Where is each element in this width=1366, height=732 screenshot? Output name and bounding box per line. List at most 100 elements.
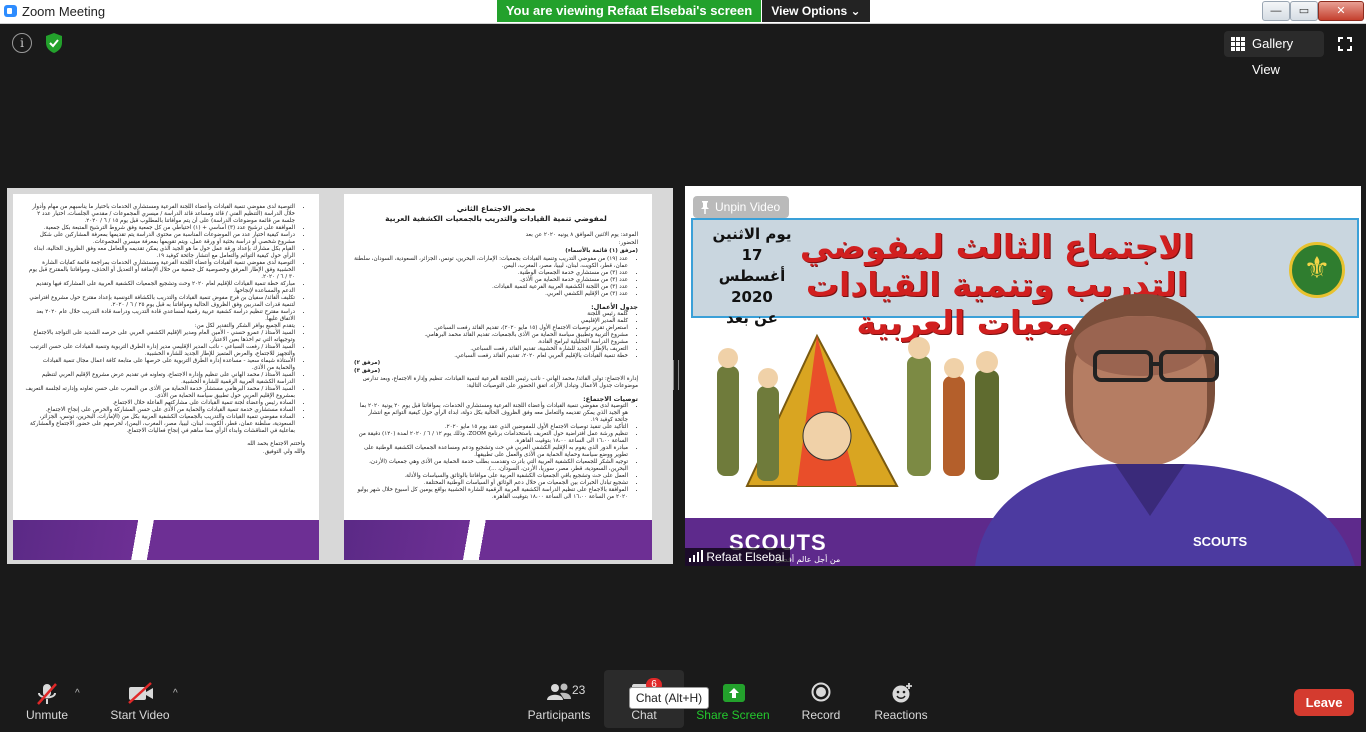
unmute-button[interactable]: Unmute	[18, 670, 76, 732]
meeting-management-note: إدارة الاجتماع: تولى القائد/ محمد الهاني…	[362, 376, 638, 389]
page-footer-band	[344, 520, 652, 560]
record-button[interactable]: Record	[796, 670, 846, 732]
reactions-smiley-icon	[892, 683, 912, 703]
signal-bars-icon	[689, 550, 703, 562]
meeting-info-icon[interactable]: i	[12, 33, 32, 53]
attendance-item: عدد (٣) من اللجنة الكشفية العربية الفرعي…	[354, 284, 628, 291]
encryption-shield-icon[interactable]	[44, 32, 64, 54]
participant-video-feed	[975, 294, 1355, 566]
attachment-1-note: (مرفق (١) قائمة بالأسماء)	[565, 248, 638, 254]
zoom-app-icon	[4, 5, 17, 17]
document-list-item: دراسة مقترح تنظيم دراسة كشفية عربية رقمي…	[23, 309, 295, 323]
participants-label: Participants	[527, 708, 591, 722]
start-video-button[interactable]: Start Video	[104, 670, 176, 732]
agenda-item: كلمة المدير الإقليمي	[354, 318, 628, 325]
page-footer-band	[13, 520, 319, 560]
fullscreen-icon[interactable]	[1338, 37, 1352, 51]
document-list-item: السيد الأستاذ / محمد البرهامي مستشار خدم…	[23, 386, 295, 400]
window-title: Zoom Meeting	[22, 4, 106, 19]
chat-label: Chat	[631, 708, 657, 722]
unpin-video-label: Unpin Video	[715, 200, 781, 214]
agenda-title: جدول الأعمال:	[591, 303, 638, 311]
participant-name-tag: Refaat Elsebai	[685, 548, 791, 566]
document-list-item: السادة مستشاري خدمة تنمية القيادات والحم…	[23, 407, 295, 414]
view-options-label: View Options	[771, 4, 848, 18]
page-2-text: التوصية لدى مفوضي تنمية القيادات وأعضاء …	[13, 194, 319, 456]
participants-icon	[547, 683, 571, 700]
closing-line-2: والله ولي التوفيق.	[262, 449, 305, 455]
unpin-video-button[interactable]: Unpin Video	[693, 196, 789, 218]
page-1-text: محضر الاجتماع الثاني لمفوضي تنمية القياد…	[344, 194, 652, 501]
close-window-button[interactable]: ✕	[1318, 1, 1364, 21]
leave-meeting-button[interactable]: Leave	[1294, 689, 1354, 716]
audio-options-caret-icon[interactable]: ^	[75, 688, 80, 699]
attachment-2-note: (مرفق ٢)	[354, 360, 381, 366]
attendance-item: عدد (٣) من مستشاري خدمة الحماية من الأذى…	[354, 277, 628, 284]
recommendation-item: تنظيم ورشة عمل افتراضية حول التعريف باست…	[354, 431, 628, 445]
chevron-down-icon: ⌄	[850, 4, 861, 18]
share-screen-arrow-icon	[723, 684, 745, 702]
recommendation-item: مبادرة الدور الذي يقوم به الإقليم الكشفي…	[354, 445, 628, 459]
recommendation-item: تشجيع تبادل الخبرات بين الجمعيات من خلال…	[354, 480, 628, 487]
agenda-item: التعريف بالإطار الجديد للشارة الخشبية، ت…	[354, 346, 628, 353]
document-list-item: يتقدم الجميع بوافر الشكر والتقدير لكل من…	[23, 323, 295, 330]
microphone-muted-icon	[37, 683, 57, 705]
share-screen-label: Share Screen	[696, 708, 770, 722]
recommendations-continued-list: التوصية لدى مفوضي تنمية القيادات وأعضاء …	[23, 204, 305, 435]
unmute-label: Unmute	[25, 708, 69, 722]
agenda-item: كلمة رئيس اللجنة	[354, 311, 628, 318]
record-icon	[811, 682, 831, 702]
document-list-item: السيد الأستاذ / رفعت السباعي - نائب المد…	[23, 344, 295, 358]
agenda-item: مشروع التربية وتطبيق سياسة الحماية من ال…	[354, 332, 628, 339]
document-page-2: التوصية لدى مفوضي تنمية القيادات وأعضاء …	[13, 194, 319, 560]
document-list-item: التوصية لدى مفوضي تنمية القيادات وأعضاء …	[23, 260, 295, 281]
gallery-view-button[interactable]: Gallery View	[1224, 31, 1324, 77]
agenda-item: مشروع الدراسة التحليلية لبرامج القادة.	[354, 339, 628, 346]
start-video-label: Start Video	[110, 708, 170, 722]
reactions-button[interactable]: Reactions	[870, 670, 932, 732]
pin-icon	[701, 201, 709, 214]
meeting-date: الموعد: يوم الاثنين الموافق ٨ يونيه ٢٠٢٠…	[525, 232, 638, 238]
title-bar: Zoom Meeting You are viewing Refaat Else…	[0, 0, 1366, 24]
agenda-list: كلمة رئيس اللجنةكلمة المدير الإقليمياستع…	[354, 311, 638, 360]
document-list-item: السيد الأستاذ / عمرو حسني - الأمين العام…	[23, 330, 295, 344]
document-list-item: دراسة كيفية اختيار عدد من الموضوعات المن…	[23, 232, 295, 246]
video-camera-off-icon	[128, 682, 153, 704]
document-list-item: السادة رئيس وأعضاء لجنة تنمية القيادات ع…	[23, 400, 295, 407]
document-list-item: التوصية لدى مفوضي تنمية القيادات وأعضاء …	[23, 204, 295, 225]
document-list-item: تكليف القائد/ سفيان بن فرج مفوض تنمية ال…	[23, 295, 295, 309]
document-list-item: الأستاذة شيماء سعيد - مساعدة إدارة الطرق…	[23, 358, 295, 372]
participants-button[interactable]: 23 Participants	[524, 670, 594, 732]
document-list-item: السيد الأستاذ / محمد الهاني على تنظيم وإ…	[23, 372, 295, 386]
minutes-subheading: لمفوضي تنمية القيادات والتدريب بالجمعيات…	[385, 214, 607, 223]
shirt-logo-text: SCOUTS	[1193, 534, 1248, 549]
video-options-caret-icon[interactable]: ^	[173, 688, 178, 699]
minimize-button[interactable]: —	[1262, 1, 1290, 21]
pinned-video-tile[interactable]: يوم الاثنين 17 أغسطس 2020 عن بعد الاجتما…	[685, 186, 1361, 566]
recommendations-title: توصيات الاجتماع:	[583, 395, 638, 403]
recommendation-item: توجيه الشكر للجمعيات الكشفية العربية الت…	[354, 459, 628, 473]
chat-tooltip: Chat (Alt+H)	[629, 687, 709, 709]
reactions-label: Reactions	[874, 708, 928, 722]
gallery-view-label: Gallery View	[1252, 36, 1294, 77]
maximize-button[interactable]: ▭	[1290, 1, 1318, 21]
participants-count: 23	[572, 683, 586, 697]
participant-name: Refaat Elsebai	[706, 550, 785, 564]
grid-icon	[1231, 37, 1245, 51]
attendance-item: عدد (٣) من الإقليم الكشفي العربي.	[354, 291, 628, 298]
document-list-item: القيام بكل مشارك بإعداد ورقة عمل حول ما …	[23, 246, 295, 260]
shared-screen[interactable]: التوصية لدى مفوضي تنمية القيادات وأعضاء …	[7, 188, 673, 564]
splitter-handle[interactable]	[673, 360, 679, 390]
agenda-item: خطة تنمية القيادات بالإقليم العربي لعام …	[354, 353, 628, 360]
document-page-1: محضر الاجتماع الثاني لمفوضي تنمية القياد…	[344, 194, 652, 560]
recommendation-item: الموافقة بالاجماع على تنظيم الدراسة الكش…	[354, 487, 628, 501]
attendance-list: عدد (١٩) من مفوضي التدريب وتنمية القيادا…	[354, 256, 638, 298]
recommendation-item: التأكيد على تنفيذ توصيات الاجتماع الأول …	[354, 424, 628, 431]
recommendations-list: التوصية لدى مفوضي تنمية القيادات وأعضاء …	[354, 403, 638, 501]
recommendation-item: التوصية لدى مفوضي تنمية القيادات وأعضاء …	[354, 403, 628, 424]
attendance-item: عدد (٣) من مستشاري خدمة الجمعيات الوطنية…	[354, 270, 628, 277]
view-options-button[interactable]: View Options ⌄	[762, 0, 870, 22]
minutes-heading: محضر الاجتماع الثاني	[456, 204, 536, 213]
record-label: Record	[801, 708, 841, 722]
closing-line-1: واختتم الاجتماع بحمد الله	[247, 441, 305, 447]
